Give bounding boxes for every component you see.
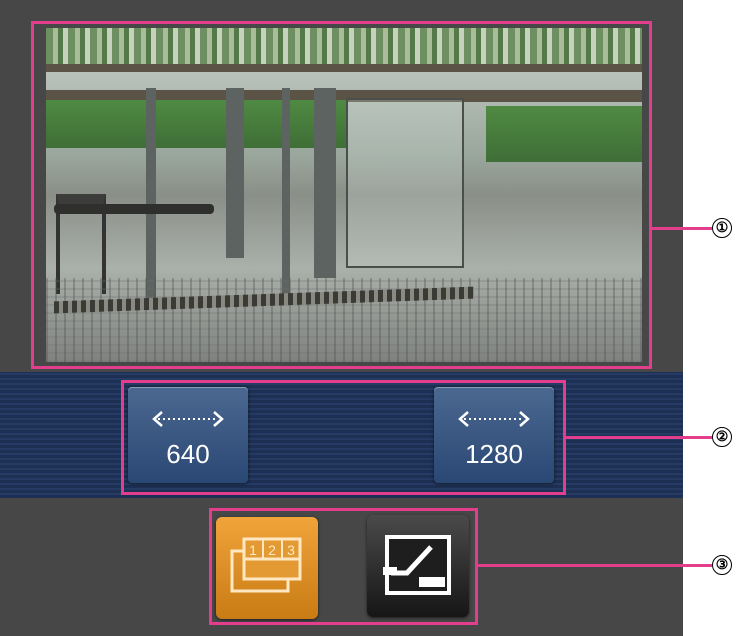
callout-box-1 xyxy=(31,21,652,369)
callout-box-3 xyxy=(209,508,478,625)
callout-number-3: ③ xyxy=(712,555,732,575)
callout-line-2 xyxy=(566,436,712,439)
callout-box-2 xyxy=(121,380,566,495)
callout-number-2: ② xyxy=(712,427,732,447)
callout-line-3 xyxy=(478,564,712,567)
callout-number-1: ① xyxy=(712,218,732,238)
callout-line-1 xyxy=(652,227,712,230)
